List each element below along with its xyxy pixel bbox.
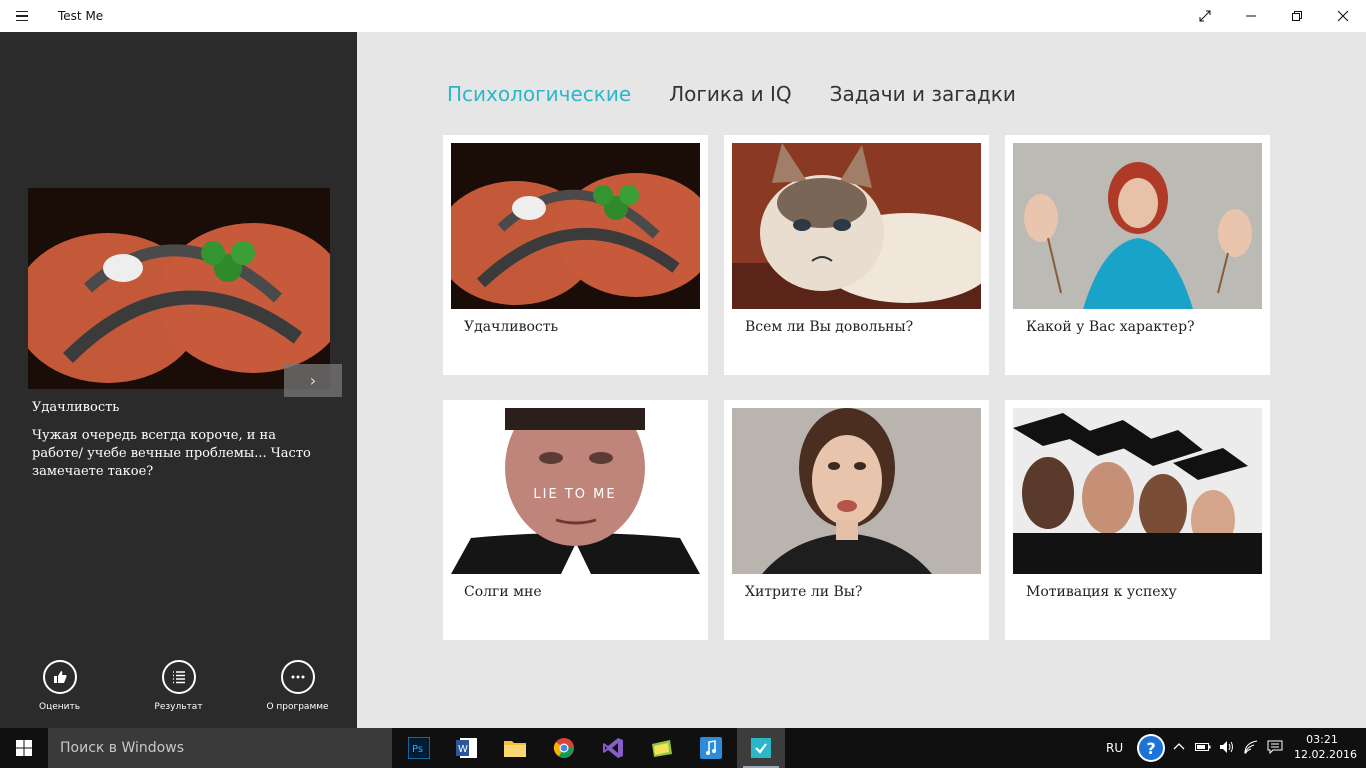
card-title: Мотивация к успеху [1026, 584, 1177, 600]
windows-start-icon[interactable] [0, 728, 48, 768]
card-image [732, 408, 981, 574]
sidebar: › Удачливость Чужая очередь всегда короч… [0, 32, 357, 728]
help-icon[interactable]: ? [1137, 734, 1166, 762]
card-image: LIE TO ME [451, 408, 700, 574]
featured-description: Чужая очередь всегда короче, и на работе… [32, 428, 311, 479]
close-icon[interactable] [1320, 0, 1366, 32]
rate-label: Оценить [38, 702, 81, 712]
card-image [1013, 143, 1262, 309]
word-icon[interactable]: W [443, 728, 491, 768]
chevron-up-icon[interactable] [1173, 741, 1185, 756]
rate-button[interactable]: Оценить [0, 660, 119, 712]
battery-icon[interactable] [1195, 741, 1211, 756]
restore-icon[interactable] [1274, 0, 1320, 32]
category-tabs: Психологические Логика и IQ Задачи и заг… [447, 82, 1016, 106]
about-label: О программе [266, 702, 329, 712]
clock-time: 03:21 [1306, 733, 1338, 746]
test-card-motivation[interactable]: Мотивация к успеху [1005, 400, 1270, 640]
system-tray: RU ? [1106, 728, 1283, 768]
thumbs-up-icon [42, 660, 77, 694]
card-title: Солги мне [464, 584, 542, 600]
visual-studio-icon[interactable] [589, 728, 637, 768]
card-title: Хитрите ли Вы? [745, 584, 863, 600]
about-button[interactable]: О программе [238, 660, 357, 712]
sidebar-actions: Оценить Результат О программе [0, 660, 357, 712]
list-icon [161, 660, 196, 694]
wifi-icon[interactable] [1243, 740, 1259, 757]
file-explorer-icon[interactable] [491, 728, 539, 768]
test-card-satisfied[interactable]: Всем ли Вы довольны? [724, 135, 989, 375]
clock-date: 12.02.2016 [1294, 748, 1357, 761]
result-button[interactable]: Результат [119, 660, 238, 712]
system-clock[interactable]: 03:21 12.02.2016 [1294, 732, 1357, 762]
card-title: Удачливость [464, 319, 559, 335]
main-content: Психологические Логика и IQ Задачи и заг… [357, 32, 1366, 728]
notifications-icon[interactable] [1267, 740, 1283, 757]
taskbar-search-input[interactable]: Поиск в Windows [48, 728, 392, 768]
card-title: Всем ли Вы довольны? [745, 319, 914, 335]
svg-text:Ps: Ps [412, 744, 423, 755]
card-image [732, 143, 981, 309]
app-title: Test Me [58, 9, 104, 23]
notes-icon[interactable] [638, 728, 686, 768]
test-me-icon[interactable] [737, 728, 785, 768]
card-image [451, 143, 700, 309]
window-controls [1182, 0, 1366, 32]
svg-text:W: W [458, 744, 468, 755]
result-label: Результат [154, 702, 203, 712]
music-app-icon[interactable] [687, 728, 735, 768]
card-title: Какой у Вас характер? [1026, 319, 1195, 335]
test-card-cunning[interactable]: Хитрите ли Вы? [724, 400, 989, 640]
chevron-right-icon: › [309, 371, 317, 390]
card-image-caption: LIE TO ME [533, 487, 616, 502]
minimize-icon[interactable] [1228, 0, 1274, 32]
test-card-character[interactable]: Какой у Вас характер? [1005, 135, 1270, 375]
featured-image[interactable] [28, 188, 330, 389]
language-indicator[interactable]: RU [1106, 741, 1123, 755]
featured-title: Удачливость [32, 400, 120, 415]
tab-logic-iq[interactable]: Логика и IQ [669, 82, 791, 106]
card-image [1013, 408, 1262, 574]
tab-puzzles[interactable]: Задачи и загадки [830, 82, 1016, 106]
next-slide-button[interactable]: › [284, 364, 342, 397]
chrome-icon[interactable] [540, 728, 588, 768]
tab-psychological[interactable]: Психологические [447, 82, 631, 106]
test-card-luck[interactable]: Удачливость [443, 135, 708, 375]
more-icon [280, 660, 315, 694]
test-card-lie-to-me[interactable]: LIE TO ME Солги мне [443, 400, 708, 640]
hamburger-menu-icon[interactable] [0, 0, 44, 32]
taskbar: Поиск в Windows Ps W RU ? 03:21 12.02.20… [0, 728, 1366, 768]
fullscreen-icon[interactable] [1182, 0, 1228, 32]
photoshop-icon[interactable]: Ps [395, 728, 443, 768]
volume-icon[interactable] [1219, 740, 1235, 757]
title-bar: Test Me [0, 0, 1366, 32]
